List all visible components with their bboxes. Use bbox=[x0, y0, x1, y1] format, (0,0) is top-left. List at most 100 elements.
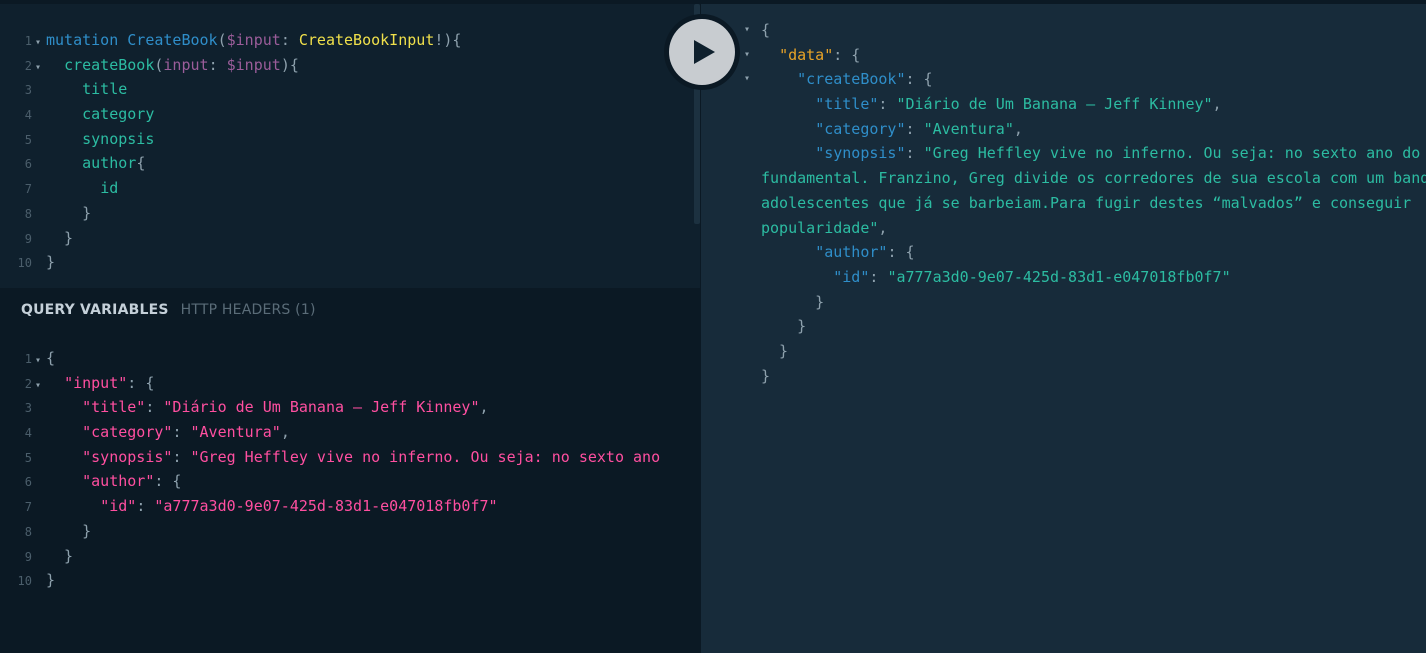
code-token: } bbox=[46, 203, 92, 222]
result-line: } bbox=[761, 339, 1426, 364]
code-token: "category" bbox=[815, 119, 906, 138]
code-token: : bbox=[145, 398, 164, 417]
variables-line: 2 ▾ "input": { bbox=[6, 371, 660, 396]
code-token: : bbox=[869, 267, 888, 286]
code-token: } bbox=[46, 228, 74, 247]
code-token: { bbox=[761, 21, 771, 39]
query-line: 1 ▾ mutation CreateBook($input: CreateBook… bbox=[6, 28, 462, 53]
code-token: ( bbox=[217, 31, 227, 49]
query-code[interactable]: 1 ▾ mutation CreateBook($input: CreateBook… bbox=[6, 28, 462, 275]
code-token: mutation bbox=[46, 31, 128, 49]
code-token: "category" bbox=[82, 423, 173, 442]
code-token: } bbox=[46, 546, 74, 565]
code-token: "synopsis" bbox=[815, 144, 906, 163]
line-number: 1 bbox=[24, 34, 32, 48]
line-number: 10 bbox=[17, 574, 32, 589]
result-line: fundamental. Franzino, Greg divide os co… bbox=[761, 166, 1426, 191]
code-token: } bbox=[761, 341, 789, 360]
code-token: category bbox=[82, 105, 155, 124]
code-token: : bbox=[905, 119, 924, 138]
line-number: 3 bbox=[24, 401, 32, 416]
result-line: ▾ "createBook": { bbox=[744, 67, 1426, 92]
code-token: input bbox=[163, 55, 209, 74]
line-number: 9 bbox=[24, 549, 32, 564]
code-token: "Greg Heffley vive no inferno. Ou seja: … bbox=[923, 144, 1421, 163]
code-token: { bbox=[136, 154, 146, 173]
fold-arrow-icon[interactable]: ▾ bbox=[744, 18, 750, 43]
line-number: 2 bbox=[24, 58, 32, 73]
result-line: } bbox=[761, 314, 1426, 339]
code-token: CreateBookInput bbox=[298, 31, 435, 49]
code-token: "author" bbox=[82, 472, 155, 491]
query-line: 7 id bbox=[6, 176, 461, 201]
code-token: "a777a3d0-9e07-425d-83d1-e047018fb0f7" bbox=[887, 267, 1231, 286]
code-token: "synopsis" bbox=[82, 447, 173, 466]
code-token: "id" bbox=[100, 497, 137, 516]
variables-line: 10} bbox=[6, 568, 660, 593]
fold-arrow-icon[interactable]: ▾ bbox=[744, 67, 750, 92]
result-viewer: ▾{▾ "data": {▾ "createBook": { "title": … bbox=[744, 18, 1426, 388]
code-token: "Diário de Um Banana – Jeff Kinney" bbox=[163, 398, 480, 417]
code-token: , bbox=[479, 398, 489, 417]
code-token: } bbox=[46, 521, 92, 540]
line-number: 1 bbox=[24, 352, 32, 366]
line-number: 10 bbox=[17, 256, 32, 271]
code-token: , bbox=[1013, 119, 1023, 138]
result-line: adolescentes que já se barbeiam.Para fug… bbox=[761, 191, 1426, 216]
code-token: "id" bbox=[833, 267, 870, 286]
variables-line: 5 "synopsis": "Greg Heffley vive no infe… bbox=[6, 445, 660, 470]
query-editor[interactable]: 1 ▾ mutation CreateBook($input: CreateBook… bbox=[0, 4, 700, 288]
code-token: : { bbox=[905, 70, 933, 89]
code-token: "Aventura" bbox=[190, 423, 281, 442]
line-number: 6 bbox=[24, 475, 32, 490]
code-token: createBook bbox=[64, 55, 155, 74]
line-number: 8 bbox=[24, 524, 32, 539]
tab-http-headers[interactable]: HTTP HEADERS (1) bbox=[181, 302, 316, 322]
play-icon bbox=[694, 40, 715, 64]
line-number: 5 bbox=[24, 450, 32, 465]
code-token: : { bbox=[833, 45, 861, 64]
code-token: , bbox=[878, 218, 888, 237]
line-number: 4 bbox=[24, 426, 32, 441]
result-pane: ▾{▾ "data": {▾ "createBook": { "title": … bbox=[701, 4, 1426, 653]
variables-editor[interactable]: 1 ▾{2 ▾ "input": {3 "title": "Diário de Um… bbox=[6, 346, 661, 593]
code-token: : bbox=[208, 55, 227, 74]
line-number: 9 bbox=[24, 231, 32, 246]
fold-arrow-icon[interactable]: ▾ bbox=[744, 43, 750, 68]
code-token: : { bbox=[154, 472, 182, 491]
code-token: "input" bbox=[64, 373, 128, 392]
query-line: 5 synopsis bbox=[6, 127, 461, 152]
code-token: "a777a3d0-9e07-425d-83d1-e047018fb0f7" bbox=[154, 497, 498, 516]
result-line: "title": "Diário de Um Banana – Jeff Kin… bbox=[761, 92, 1426, 117]
query-line: 3 title bbox=[6, 77, 461, 102]
code-token: "createBook" bbox=[797, 70, 906, 89]
code-token: , bbox=[280, 423, 290, 442]
code-token: "Aventura" bbox=[923, 119, 1014, 138]
line-number: 5 bbox=[24, 132, 32, 147]
variables-line: 1 ▾{ bbox=[6, 346, 660, 371]
code-token: adolescentes que já se barbeiam.Para fug… bbox=[761, 193, 1412, 212]
query-line: 2 ▾ createBook(input: $input){ bbox=[6, 53, 461, 78]
code-token: "data" bbox=[779, 45, 834, 64]
query-line: 6 author{ bbox=[6, 151, 461, 176]
variables-line: 9 } bbox=[6, 544, 660, 569]
code-token: } bbox=[761, 317, 807, 336]
code-token: : { bbox=[887, 243, 915, 262]
result-line: "category": "Aventura", bbox=[761, 117, 1426, 142]
execute-query-button[interactable] bbox=[669, 19, 735, 85]
line-number: 4 bbox=[24, 108, 32, 123]
result-line: "id": "a777a3d0-9e07-425d-83d1-e047018fb… bbox=[761, 265, 1426, 290]
tab-query-variables[interactable]: QUERY VARIABLES bbox=[21, 302, 169, 322]
line-number: 7 bbox=[24, 500, 32, 515]
query-line: 9 } bbox=[6, 226, 461, 251]
